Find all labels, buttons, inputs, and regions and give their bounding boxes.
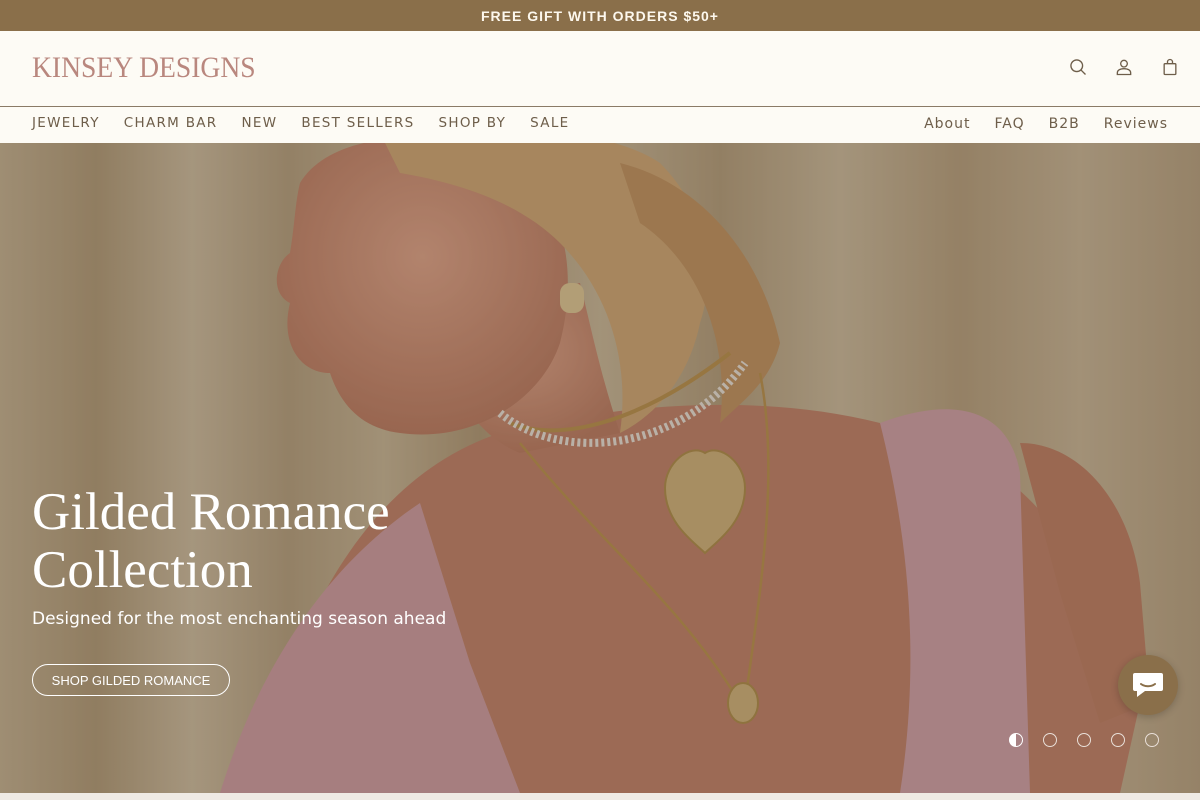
site-header: Kinsey Designs: [0, 31, 1200, 107]
announcement-text: FREE GIFT WITH ORDERS $50+: [481, 7, 719, 24]
nav-item-best-sellers[interactable]: BEST SELLERS: [301, 115, 414, 131]
nav-item-charm-bar[interactable]: CHARM BAR: [124, 115, 218, 131]
nav-left: JEWELRY CHARM BAR NEW BEST SELLERS SHOP …: [32, 115, 569, 131]
site-logo[interactable]: Kinsey Designs: [32, 51, 256, 85]
hero-title: Gilded Romance Collection: [32, 483, 552, 599]
nav-item-new[interactable]: NEW: [242, 115, 278, 131]
nav-right: About FAQ B2B Reviews: [924, 116, 1168, 132]
header-icons: [1068, 55, 1180, 79]
chat-button[interactable]: [1118, 655, 1178, 715]
hero-title-line1: Gilded Romance: [32, 483, 390, 541]
slider-dot-5[interactable]: [1145, 733, 1159, 747]
hero-subtitle: Designed for the most enchanting season …: [32, 609, 447, 629]
slider-dot-4[interactable]: [1111, 733, 1125, 747]
hero-banner: Gilded Romance Collection Designed for t…: [0, 143, 1200, 793]
nav-item-shop-by[interactable]: SHOP BY: [439, 115, 507, 131]
slider-dot-2[interactable]: [1043, 733, 1057, 747]
chat-icon: [1133, 673, 1163, 697]
slider-dots: [1009, 733, 1159, 747]
account-icon[interactable]: [1114, 55, 1134, 79]
nav-item-jewelry[interactable]: JEWELRY: [32, 115, 100, 131]
section-divider: [0, 793, 1200, 800]
slider-dot-1[interactable]: [1009, 733, 1023, 747]
nav-item-reviews[interactable]: Reviews: [1104, 116, 1168, 132]
nav-item-b2b[interactable]: B2B: [1049, 116, 1080, 132]
shop-gilded-romance-button[interactable]: SHOP GILDED ROMANCE: [32, 664, 230, 696]
hero-title-line2: Collection: [32, 541, 253, 599]
nav-item-sale[interactable]: SALE: [530, 115, 569, 131]
nav-item-about[interactable]: About: [924, 116, 970, 132]
search-icon[interactable]: [1068, 55, 1088, 79]
bag-icon[interactable]: [1160, 55, 1180, 79]
main-navigation: JEWELRY CHARM BAR NEW BEST SELLERS SHOP …: [0, 107, 1200, 143]
announcement-bar: FREE GIFT WITH ORDERS $50+: [0, 0, 1200, 31]
slider-dot-3[interactable]: [1077, 733, 1091, 747]
nav-item-faq[interactable]: FAQ: [995, 116, 1025, 132]
